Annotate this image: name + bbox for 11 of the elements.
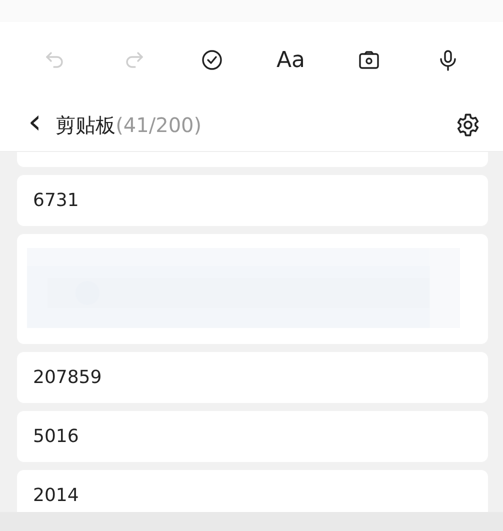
page-title: 剪贴板: [56, 112, 116, 138]
settings-button[interactable]: [455, 112, 481, 138]
clip-item[interactable]: 6731: [17, 175, 488, 226]
clip-item[interactable]: 5016: [17, 411, 488, 462]
settings-icon: [455, 112, 481, 138]
checkmark-circle-icon: [200, 48, 224, 72]
clip-count: (41/200): [116, 112, 202, 138]
clip-item[interactable]: 207859: [17, 352, 488, 403]
font-button[interactable]: Aa: [260, 38, 321, 82]
clip-item[interactable]: 2014: [17, 470, 488, 512]
back-button[interactable]: ‹: [28, 104, 56, 144]
